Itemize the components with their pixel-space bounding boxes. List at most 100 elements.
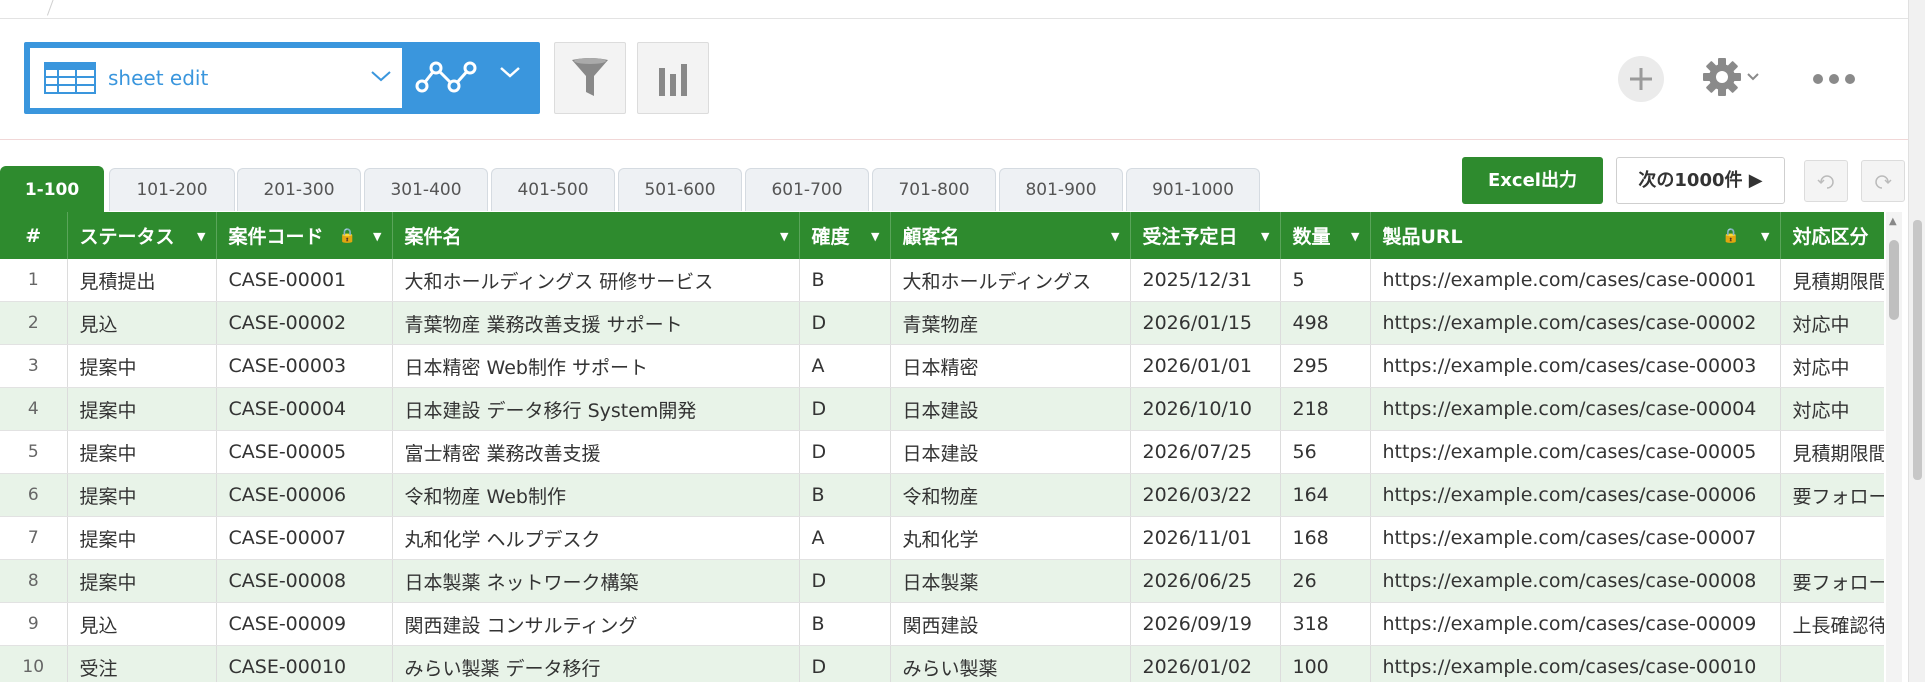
case-name-cell[interactable]: 日本精密 Web制作 サポート: [392, 344, 800, 388]
quantity-cell[interactable]: 295: [1280, 344, 1371, 388]
customer-cell[interactable]: 日本精密: [890, 344, 1131, 388]
status-cell[interactable]: 見積提出: [67, 259, 217, 302]
customer-cell[interactable]: 大和ホールディングス: [890, 259, 1131, 302]
order-date-cell[interactable]: 2026/07/25: [1130, 430, 1281, 474]
dropdown-arrow-icon[interactable]: ▼: [197, 230, 205, 243]
table-row[interactable]: 3 提案中 CASE-00003 日本精密 Web制作 サポート A 日本精密 2026/0…: [0, 344, 1884, 388]
case-name-cell[interactable]: 丸和化学 ヘルプデスク: [392, 516, 800, 560]
certainty-cell[interactable]: B: [799, 473, 891, 517]
page-scrollbar[interactable]: [1908, 0, 1925, 682]
customer-cell[interactable]: みらい製薬: [890, 645, 1131, 682]
status-cell[interactable]: 提案中: [67, 344, 217, 388]
product-url-cell[interactable]: https://example.com/cases/case-00002: [1370, 301, 1781, 345]
dropdown-arrow-icon[interactable]: ▼: [1111, 230, 1119, 243]
response-type-cell[interactable]: 見積期限間: [1780, 430, 1884, 474]
dropdown-arrow-icon[interactable]: ▼: [1761, 230, 1769, 243]
certainty-cell[interactable]: D: [799, 430, 891, 474]
tab-301-400[interactable]: 301-400: [364, 168, 488, 211]
dropdown-arrow-icon[interactable]: ▼: [1261, 230, 1269, 243]
case-code-cell[interactable]: CASE-00010: [216, 645, 393, 682]
case-code-cell[interactable]: CASE-00008: [216, 559, 393, 603]
case-code-cell[interactable]: CASE-00005: [216, 430, 393, 474]
quantity-cell[interactable]: 218: [1280, 387, 1371, 431]
table-row[interactable]: 5 提案中 CASE-00005 富士精密 業務改善支援 D 日本建設 2026/07/25…: [0, 430, 1884, 474]
grid-scroll-thumb[interactable]: [1889, 240, 1899, 320]
quantity-cell[interactable]: 498: [1280, 301, 1371, 345]
dropdown-arrow-icon[interactable]: ▼: [871, 230, 879, 243]
redo-button[interactable]: [1861, 160, 1905, 202]
dropdown-arrow-icon[interactable]: ▼: [373, 230, 381, 243]
order-date-cell[interactable]: 2026/03/22: [1130, 473, 1281, 517]
certainty-cell[interactable]: D: [799, 559, 891, 603]
product-url-cell[interactable]: https://example.com/cases/case-00001: [1370, 259, 1781, 302]
response-type-cell[interactable]: 対応中: [1780, 387, 1884, 431]
case-code-cell[interactable]: CASE-00009: [216, 602, 393, 646]
case-code-cell[interactable]: CASE-00002: [216, 301, 393, 345]
product-url-cell[interactable]: https://example.com/cases/case-00004: [1370, 387, 1781, 431]
view-select[interactable]: sheet edit: [30, 48, 402, 108]
case-name-cell[interactable]: 大和ホールディングス 研修サービス: [392, 259, 800, 302]
certainty-cell[interactable]: A: [799, 516, 891, 560]
dropdown-arrow-icon[interactable]: ▼: [780, 230, 788, 243]
column-header-quantity[interactable]: 数量 ▼: [1280, 212, 1371, 259]
status-cell[interactable]: 提案中: [67, 387, 217, 431]
undo-button[interactable]: [1804, 160, 1848, 202]
product-url-cell[interactable]: https://example.com/cases/case-00005: [1370, 430, 1781, 474]
quantity-cell[interactable]: 100: [1280, 645, 1371, 682]
certainty-cell[interactable]: D: [799, 301, 891, 345]
excel-export-button[interactable]: Excel出力: [1462, 157, 1603, 204]
more-button[interactable]: [1812, 66, 1856, 92]
column-header-case-code[interactable]: 案件コード 🔒 ▼: [216, 212, 393, 259]
page-scroll-thumb[interactable]: [1913, 220, 1922, 480]
settings-button[interactable]: [1700, 56, 1772, 102]
column-header-product-url[interactable]: 製品URL 🔒 ▼: [1370, 212, 1781, 259]
column-header-customer[interactable]: 顧客名 ▼: [890, 212, 1131, 259]
response-type-cell[interactable]: 対応中: [1780, 344, 1884, 388]
table-row[interactable]: 10 受注 CASE-00010 みらい製薬 データ移行 D みらい製薬 2026/01/0…: [0, 645, 1884, 682]
dropdown-arrow-icon[interactable]: ▼: [1351, 230, 1359, 243]
case-name-cell[interactable]: 日本製薬 ネットワーク構築: [392, 559, 800, 603]
case-name-cell[interactable]: みらい製薬 データ移行: [392, 645, 800, 682]
order-date-cell[interactable]: 2026/01/02: [1130, 645, 1281, 682]
column-header-response-type[interactable]: 対応区分: [1780, 212, 1884, 259]
column-header-case-name[interactable]: 案件名 ▼: [392, 212, 800, 259]
tab-101-200[interactable]: 101-200: [109, 168, 235, 211]
status-cell[interactable]: 提案中: [67, 430, 217, 474]
table-row[interactable]: 1 見積提出 CASE-00001 大和ホールディングス 研修サービス B 大和ホールディ…: [0, 259, 1884, 302]
tab-801-900[interactable]: 801-900: [999, 168, 1123, 211]
line-graph-icon[interactable]: [414, 58, 478, 102]
case-name-cell[interactable]: 令和物産 Web制作: [392, 473, 800, 517]
response-type-cell[interactable]: [1780, 645, 1884, 682]
case-code-cell[interactable]: CASE-00006: [216, 473, 393, 517]
case-name-cell[interactable]: 青葉物産 業務改善支援 サポート: [392, 301, 800, 345]
tab-701-800[interactable]: 701-800: [872, 168, 996, 211]
order-date-cell[interactable]: 2026/11/01: [1130, 516, 1281, 560]
customer-cell[interactable]: 日本建設: [890, 387, 1131, 431]
certainty-cell[interactable]: D: [799, 387, 891, 431]
table-row[interactable]: 7 提案中 CASE-00007 丸和化学 ヘルプデスク A 丸和化学 2026/11/01…: [0, 516, 1884, 560]
status-cell[interactable]: 見込: [67, 301, 217, 345]
certainty-cell[interactable]: B: [799, 259, 891, 302]
next-1000-button[interactable]: 次の1000件 ▶: [1616, 157, 1785, 204]
tab-901-1000[interactable]: 901-1000: [1126, 168, 1260, 211]
response-type-cell[interactable]: 要フォロー: [1780, 473, 1884, 517]
product-url-cell[interactable]: https://example.com/cases/case-00007: [1370, 516, 1781, 560]
status-cell[interactable]: 提案中: [67, 473, 217, 517]
quantity-cell[interactable]: 164: [1280, 473, 1371, 517]
case-name-cell[interactable]: 富士精密 業務改善支援: [392, 430, 800, 474]
table-row[interactable]: 8 提案中 CASE-00008 日本製薬 ネットワーク構築 D 日本製薬 2026/06/…: [0, 559, 1884, 603]
table-row[interactable]: 2 見込 CASE-00002 青葉物産 業務改善支援 サポート D 青葉物産 2026/0…: [0, 301, 1884, 345]
order-date-cell[interactable]: 2026/01/01: [1130, 344, 1281, 388]
quantity-cell[interactable]: 26: [1280, 559, 1371, 603]
case-code-cell[interactable]: CASE-00001: [216, 259, 393, 302]
certainty-cell[interactable]: A: [799, 344, 891, 388]
customer-cell[interactable]: 令和物産: [890, 473, 1131, 517]
column-header-certainty[interactable]: 確度 ▼: [799, 212, 891, 259]
customer-cell[interactable]: 青葉物産: [890, 301, 1131, 345]
response-type-cell[interactable]: [1780, 516, 1884, 560]
customer-cell[interactable]: 日本製薬: [890, 559, 1131, 603]
order-date-cell[interactable]: 2025/12/31: [1130, 259, 1281, 302]
column-header-status[interactable]: ステータス ▼: [67, 212, 217, 259]
response-type-cell[interactable]: 対応中: [1780, 301, 1884, 345]
status-cell[interactable]: 見込: [67, 602, 217, 646]
